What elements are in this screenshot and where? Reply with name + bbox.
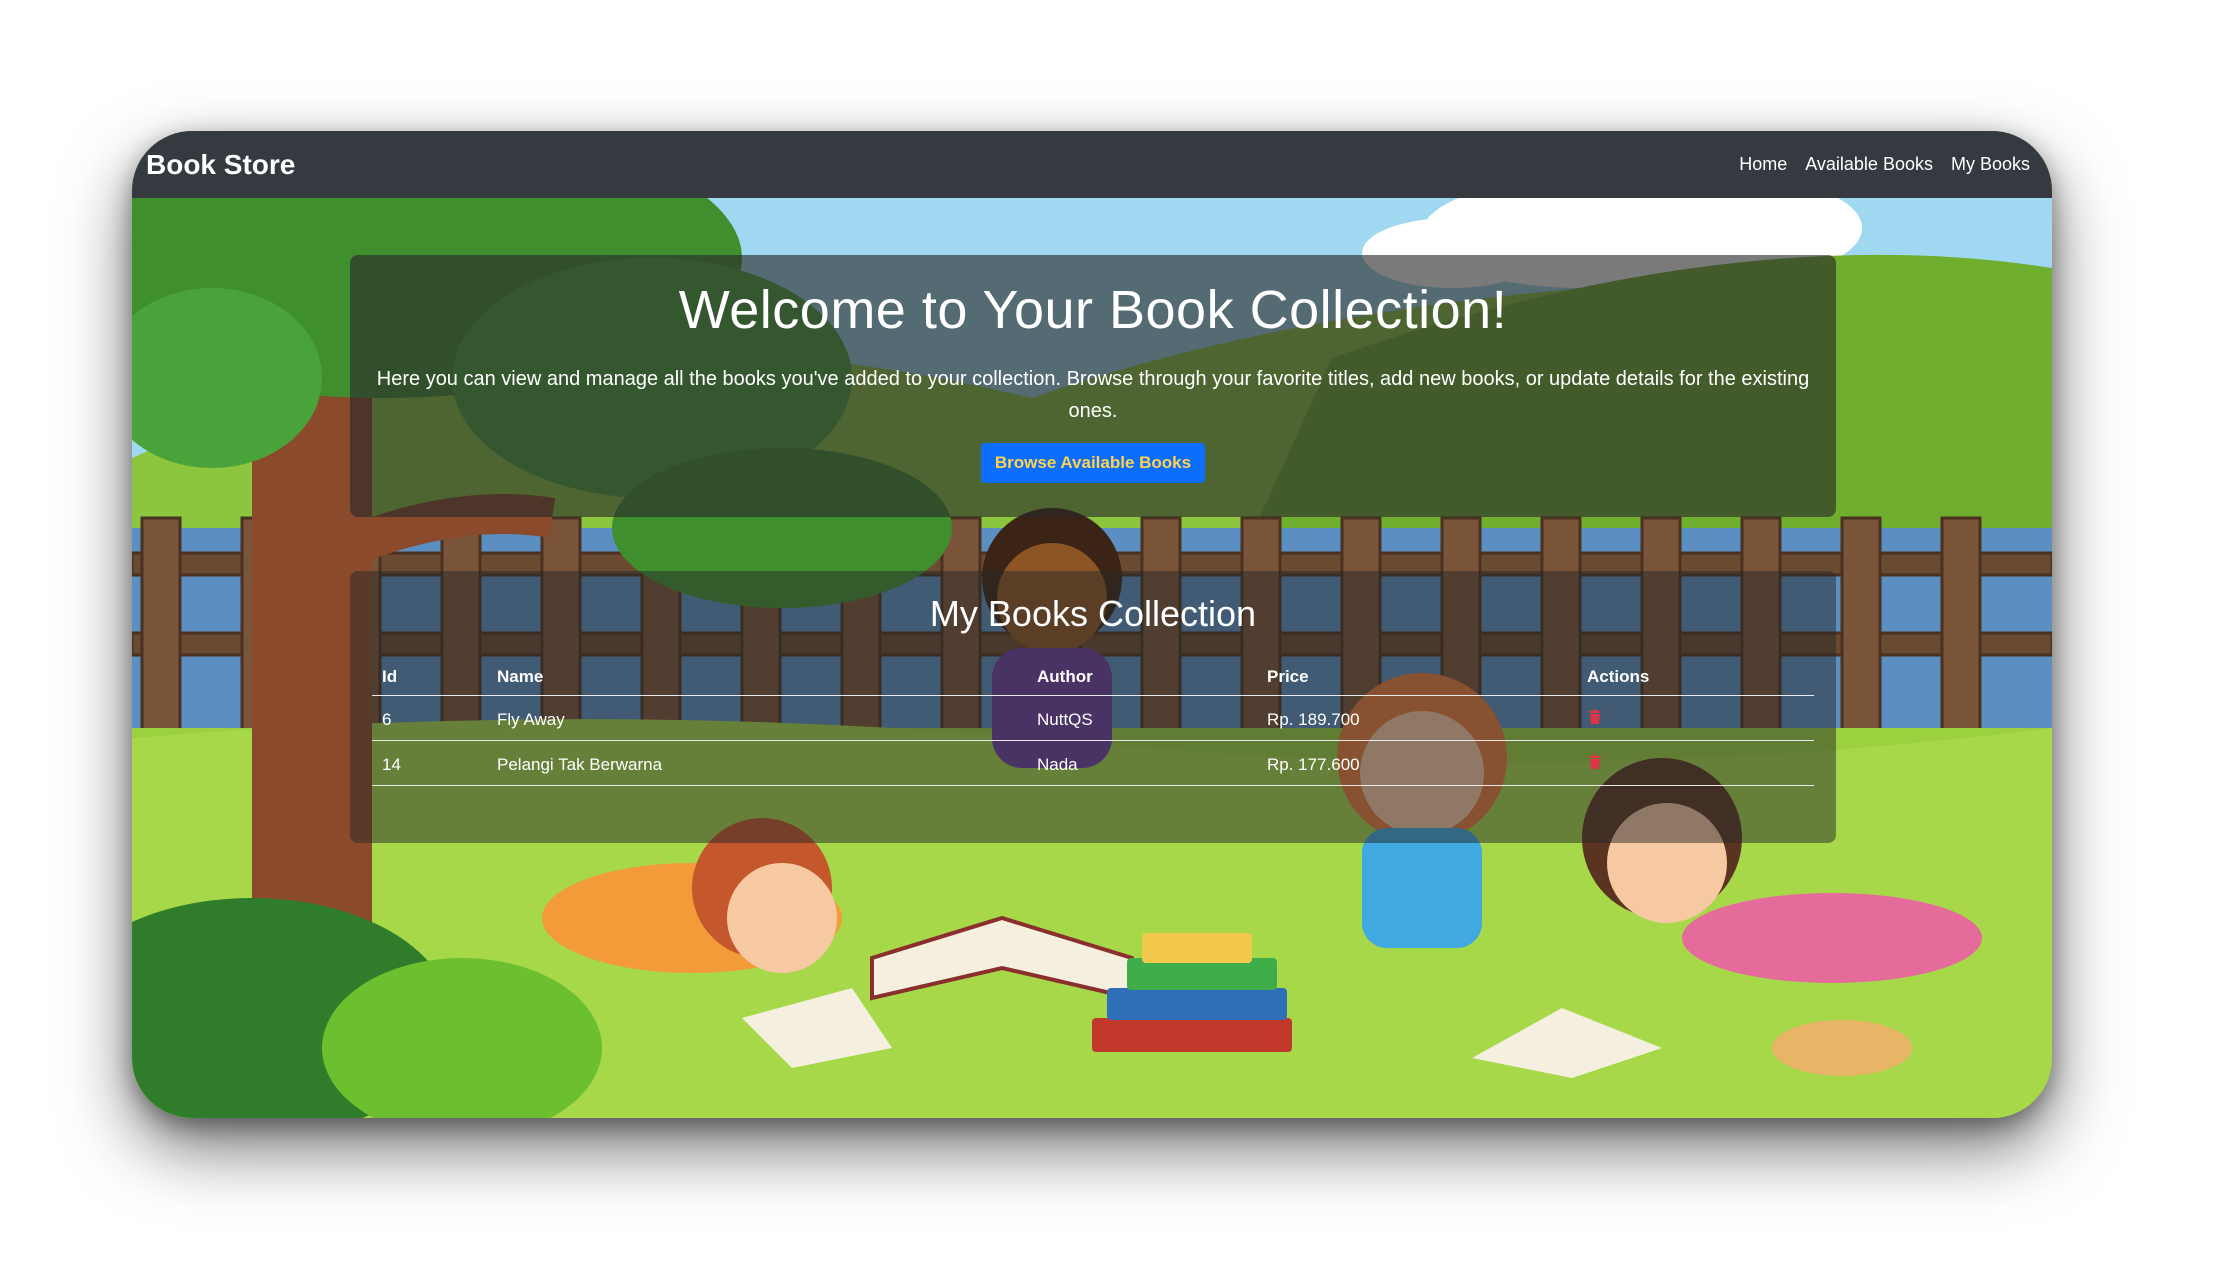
cell-price: Rp. 189.700 <box>1257 695 1577 741</box>
trash-icon[interactable] <box>1587 709 1603 725</box>
cell-author: NuttQS <box>1027 695 1257 741</box>
hero-description: Here you can view and manage all the boo… <box>376 368 1810 422</box>
brand-logo[interactable]: Book Store <box>146 149 295 181</box>
column-header-author: Author <box>1027 659 1257 696</box>
nav-link-my-books[interactable]: My Books <box>1951 154 2030 175</box>
collection-panel: My Books Collection Id Name Author Price… <box>350 571 1836 843</box>
table-row: 14 Pelangi Tak Berwarna Nada Rp. 177.600 <box>372 740 1814 786</box>
cell-id: 6 <box>372 695 487 741</box>
cell-actions <box>1577 740 1814 786</box>
nav-link-available-books[interactable]: Available Books <box>1805 154 1933 175</box>
nav-link-home[interactable]: Home <box>1739 154 1787 175</box>
table-header-row: Id Name Author Price Actions <box>372 659 1814 696</box>
hero-panel: Welcome to Your Book Collection! Here yo… <box>350 255 1836 517</box>
cell-name: Fly Away <box>487 695 1027 741</box>
cell-author: Nada <box>1027 740 1257 786</box>
column-header-actions: Actions <box>1577 659 1814 696</box>
cell-id: 14 <box>372 740 487 786</box>
column-header-id: Id <box>372 659 487 696</box>
nav-links: Home Available Books My Books <box>1739 154 2030 175</box>
collection-title: My Books Collection <box>929 593 1257 634</box>
hero-title: Welcome to Your Book Collection! <box>678 280 1508 340</box>
cell-name: Pelangi Tak Berwarna <box>487 740 1027 786</box>
trash-icon[interactable] <box>1587 754 1603 770</box>
cell-actions <box>1577 695 1814 741</box>
cell-price: Rp. 177.600 <box>1257 740 1577 786</box>
table-row: 6 Fly Away NuttQS Rp. 189.700 <box>372 695 1814 741</box>
navbar: Book Store Home Available Books My Books <box>132 131 2052 198</box>
browse-available-books-button[interactable]: Browse Available Books <box>980 443 1206 483</box>
column-header-price: Price <box>1257 659 1577 696</box>
app-window: Book Store Home Available Books My Books <box>132 131 2052 1118</box>
books-table: Id Name Author Price Actions 6 Fly Away … <box>372 659 1814 786</box>
column-header-name: Name <box>487 659 1027 696</box>
